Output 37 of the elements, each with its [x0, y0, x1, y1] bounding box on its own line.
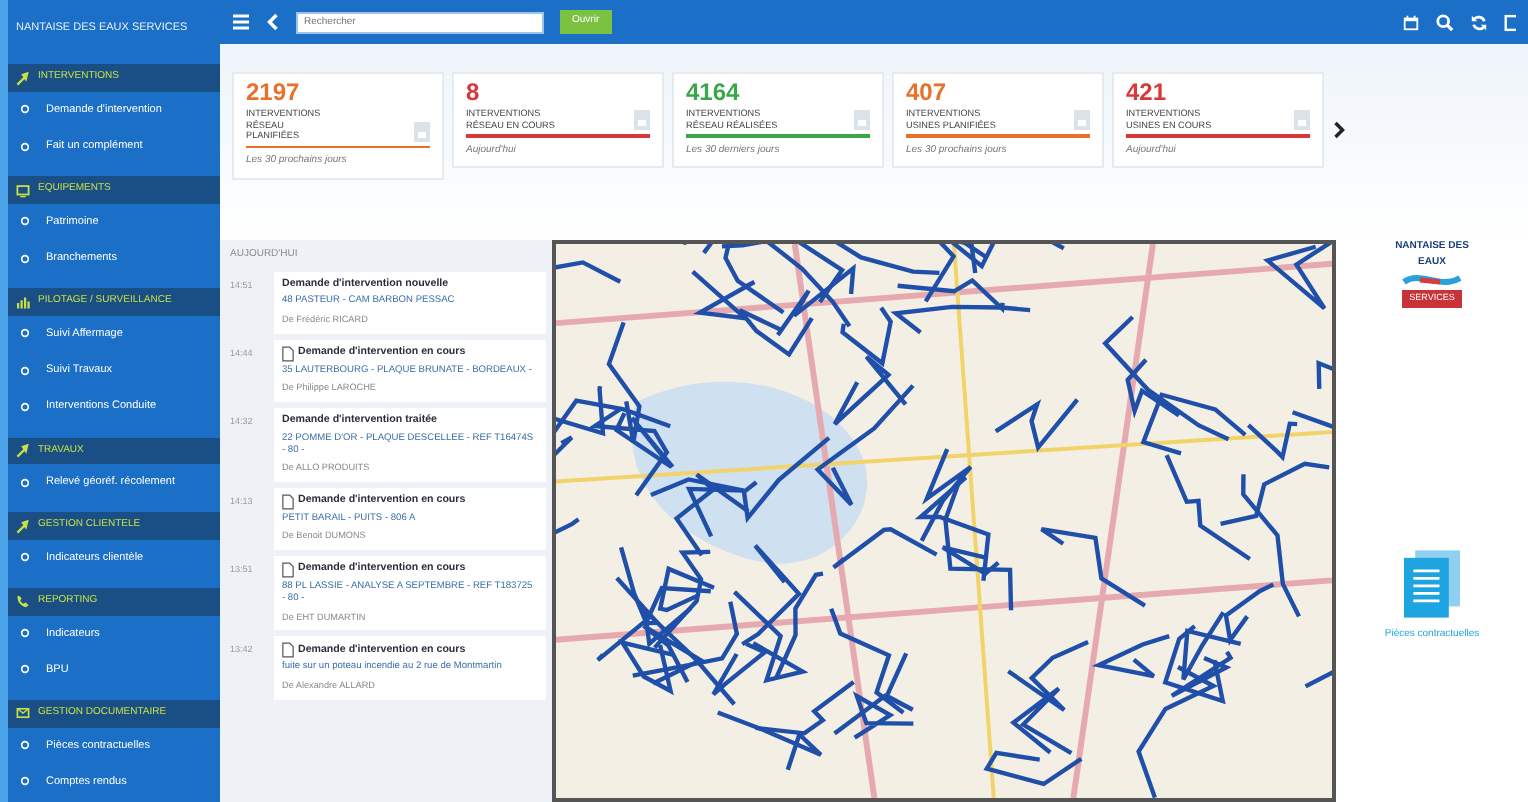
monitor-icon [16, 183, 30, 197]
envelope-icon [16, 706, 30, 721]
kpi-value: 4164 [686, 80, 742, 104]
circle-icon [20, 141, 30, 152]
document-icon [282, 562, 294, 579]
documents-icon [1404, 547, 1460, 620]
circle-icon [20, 477, 30, 488]
menu-icon [232, 14, 250, 30]
circle-icon [20, 664, 30, 675]
kpi-value: 407 [906, 80, 949, 104]
phone-icon [16, 594, 30, 609]
circle-icon [20, 552, 30, 563]
circle-icon [20, 628, 30, 639]
bar-chart-icon [16, 295, 30, 309]
circle-icon [20, 365, 30, 376]
kpi-value: 8 [466, 80, 482, 104]
wave-icon [1400, 270, 1464, 290]
kpi-value: 2197 [246, 80, 302, 104]
circle-icon [20, 104, 30, 115]
document-icon [282, 493, 294, 510]
document-icon [282, 345, 294, 362]
document-icon [634, 110, 650, 130]
search-icon [1436, 13, 1454, 31]
refresh-icon [1470, 13, 1488, 31]
kpi-value: 421 [1126, 80, 1169, 104]
document-icon [1294, 110, 1310, 130]
document-icon [414, 121, 430, 141]
document-icon [1074, 110, 1090, 130]
circle-icon [20, 216, 30, 227]
circle-icon [20, 401, 30, 412]
document-icon [282, 642, 294, 659]
circle-icon [20, 776, 30, 787]
circle-icon [20, 740, 30, 751]
circle-icon [20, 253, 30, 264]
calendar-icon [1402, 13, 1420, 31]
document-icon [854, 110, 870, 130]
circle-icon [20, 328, 30, 339]
